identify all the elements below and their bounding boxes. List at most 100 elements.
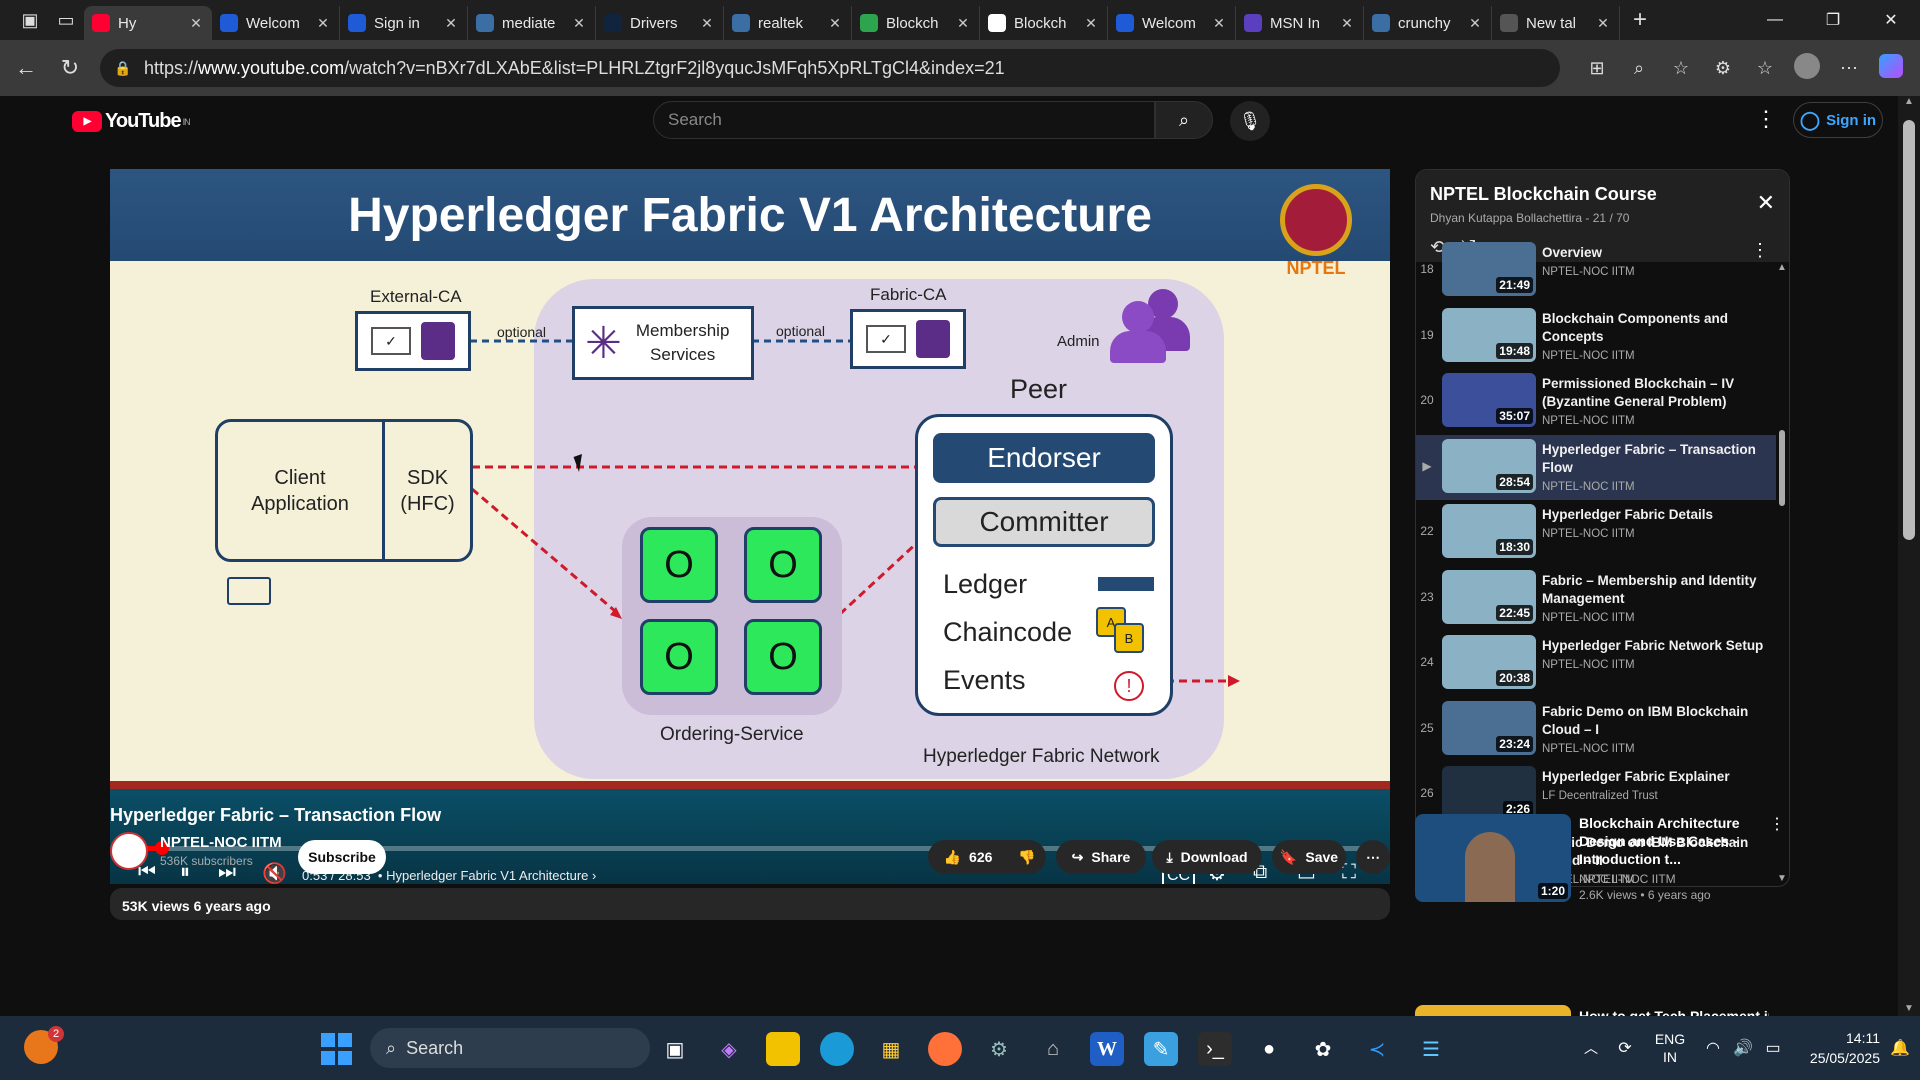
description-box[interactable]: 53K views 6 years ago [110, 888, 1390, 920]
battery-icon[interactable]: ▭ [1758, 1038, 1788, 1058]
playlist-item-thumbnail[interactable]: 28:54 [1442, 438, 1536, 493]
minimize-button[interactable]: — [1746, 0, 1804, 40]
recommended-video[interactable]: 1:20 Blockchain Architecture Design and … [1415, 814, 1795, 919]
browser-tab[interactable]: crunchy ✕ [1364, 6, 1492, 40]
more-actions-button[interactable]: ⋯ [1356, 840, 1390, 874]
tab-close-icon[interactable]: ✕ [443, 15, 459, 32]
tab-close-icon[interactable]: ✕ [1467, 15, 1483, 32]
playlist-item-thumbnail[interactable]: 22:45 [1442, 569, 1536, 624]
playlist-item[interactable]: 22 18:30 Hyperledger Fabric Details NPTEL-N… [1416, 500, 1776, 566]
maximize-button[interactable]: ❐ [1804, 0, 1862, 40]
playlist-item-thumbnail[interactable]: 20:38 [1442, 635, 1536, 689]
tab-close-icon[interactable]: ✕ [1211, 15, 1227, 32]
tab-close-icon[interactable]: ✕ [1083, 15, 1099, 32]
vscode-icon[interactable]: ≺ [1360, 1032, 1394, 1066]
playlist-item-thumbnail[interactable]: 35:07 [1442, 373, 1536, 427]
browser-tab[interactable]: Welcom ✕ [212, 6, 340, 40]
browser-tab[interactable]: New tal ✕ [1492, 6, 1620, 40]
page-scroll-down-icon[interactable]: ▼ [1904, 1003, 1914, 1014]
playlist-item[interactable]: 25 23:24 Fabric Demo on IBM Blockchain Clo… [1416, 697, 1776, 763]
chapter-title[interactable]: • Hyperledger Fabric V1 Architecture [378, 868, 588, 883]
recommended-more-icon[interactable]: ⋮ [1769, 814, 1785, 919]
address-bar[interactable]: 🔒 https://www.youtube.com/watch?v=nBXr7d… [100, 49, 1560, 87]
more-menu-icon[interactable]: ⋯ [1828, 58, 1870, 79]
recommended-channel[interactable]: NPTEL-NOC IITM [1579, 872, 1769, 886]
settings-menu-icon[interactable]: ⋮ [1755, 106, 1777, 132]
edge-browser-icon[interactable] [820, 1032, 854, 1066]
playlist-item[interactable]: ▶ 28:54 Hyperledger Fabric – Transaction F… [1416, 434, 1776, 500]
chatgpt-icon[interactable]: ✿ [1306, 1032, 1340, 1066]
playlist-item[interactable]: 18 21:49 Overview NPTEL-NOC IITM [1416, 238, 1776, 304]
voice-search-button[interactable]: 🎙 [1230, 101, 1270, 141]
taskbar-search[interactable]: ⌕ Search [370, 1028, 650, 1068]
download-button[interactable]: ⤓ Download [1152, 840, 1262, 874]
app-available-icon[interactable]: ⊞ [1576, 58, 1618, 79]
playlist-title[interactable]: NPTEL Blockchain Course [1430, 184, 1775, 205]
network-app-icon[interactable]: ⌂ [1036, 1032, 1070, 1066]
task-view-icon[interactable]: ▣ [658, 1032, 692, 1066]
page-scroll-up-icon[interactable]: ▲ [1898, 96, 1920, 107]
page-scrollbar[interactable]: ▲ ▼ [1898, 96, 1920, 1016]
search-input[interactable]: Search [653, 101, 1155, 139]
browser-tab[interactable]: Drivers ✕ [596, 6, 724, 40]
file-explorer-icon[interactable] [766, 1032, 800, 1066]
profile-icon[interactable] [1786, 52, 1828, 84]
page-scroll-thumb[interactable] [1903, 120, 1915, 540]
playlist-item-thumbnail[interactable]: 23:24 [1442, 700, 1536, 755]
back-button[interactable]: ← [4, 55, 48, 81]
github-icon[interactable]: ● [1252, 1032, 1286, 1066]
word-icon[interactable]: W [1090, 1032, 1124, 1066]
channel-avatar[interactable] [110, 832, 148, 870]
recommended-title[interactable]: Blockchain Architecture Design and Use C… [1579, 814, 1769, 868]
workspaces-icon[interactable]: ▣ [12, 0, 48, 40]
close-icon[interactable]: ✕ [1757, 190, 1775, 216]
show-hidden-icons[interactable]: ︿ [1574, 1038, 1608, 1058]
dislike-button[interactable]: 👎 [1008, 840, 1046, 874]
tab-close-icon[interactable]: ✕ [955, 15, 971, 32]
zoom-icon[interactable]: ⌕ [1618, 58, 1660, 79]
save-button[interactable]: 🔖 Save [1272, 840, 1346, 874]
channel-name[interactable]: NPTEL-NOC IITM [160, 834, 282, 851]
new-tab-button[interactable]: + [1620, 6, 1660, 34]
volume-icon[interactable]: 🔊 [1728, 1038, 1758, 1058]
browser-tab[interactable]: realtek ✕ [724, 6, 852, 40]
favorite-star-icon[interactable]: ☆ [1660, 58, 1702, 79]
browser-tab[interactable]: MSN In ✕ [1236, 6, 1364, 40]
browser-tab[interactable]: Blockch ✕ [980, 6, 1108, 40]
scroll-up-icon[interactable]: ▲ [1777, 262, 1787, 273]
tab-close-icon[interactable]: ✕ [827, 15, 843, 32]
widgets-avatar[interactable]: 2 [24, 1026, 64, 1064]
extensions-icon[interactable]: ⚙ [1702, 58, 1744, 79]
playlist-item-thumbnail[interactable]: 21:49 [1442, 242, 1536, 296]
sync-icon[interactable]: ⟳ [1608, 1038, 1642, 1058]
sign-in-button[interactable]: ◯ Sign in [1793, 102, 1883, 138]
refresh-button[interactable]: ↻ [48, 55, 92, 81]
tab-close-icon[interactable]: ✕ [188, 15, 204, 32]
notepad-icon[interactable]: ☰ [1414, 1032, 1448, 1066]
search-button[interactable]: ⌕ [1155, 101, 1213, 139]
store-icon[interactable]: ▦ [874, 1032, 908, 1066]
video-player[interactable]: Hyperledger Fabric V1 Architecture NPTEL… [110, 169, 1390, 884]
browser-tab[interactable]: Welcom ✕ [1108, 6, 1236, 40]
like-button[interactable]: 👍 626 [928, 840, 1008, 874]
tab-actions-icon[interactable]: ▭ [48, 0, 84, 40]
tab-close-icon[interactable]: ✕ [699, 15, 715, 32]
playlist-item-thumbnail[interactable]: 19:48 [1442, 307, 1536, 362]
terminal-icon[interactable]: ›_ [1198, 1032, 1232, 1066]
playlist-item[interactable]: 19 19:48 Blockchain Components and Concept… [1416, 304, 1776, 370]
playlist-item[interactable]: 20 35:07 Permissioned Blockchain – IV (Byz… [1416, 369, 1776, 435]
tab-close-icon[interactable]: ✕ [1339, 15, 1355, 32]
firefox-icon[interactable] [928, 1032, 962, 1066]
copilot-icon[interactable] [1870, 53, 1912, 83]
youtube-logo[interactable]: ▶ YouTube IN [72, 110, 191, 133]
tab-close-icon[interactable]: ✕ [315, 15, 331, 32]
playlist-scrollbar[interactable]: ▲ ▼ [1777, 262, 1787, 886]
recommended-thumbnail[interactable]: 1:20 [1415, 814, 1571, 902]
subscribe-button[interactable]: Subscribe [298, 840, 386, 874]
copilot-app-icon[interactable]: ◈ [712, 1032, 746, 1066]
settings-app-icon[interactable]: ⚙ [982, 1032, 1016, 1066]
paint-icon[interactable]: ✎ [1144, 1032, 1178, 1066]
share-button[interactable]: ↪ Share [1056, 840, 1146, 874]
browser-tab[interactable]: Hy ✕ [84, 6, 212, 40]
tab-close-icon[interactable]: ✕ [1595, 15, 1611, 32]
